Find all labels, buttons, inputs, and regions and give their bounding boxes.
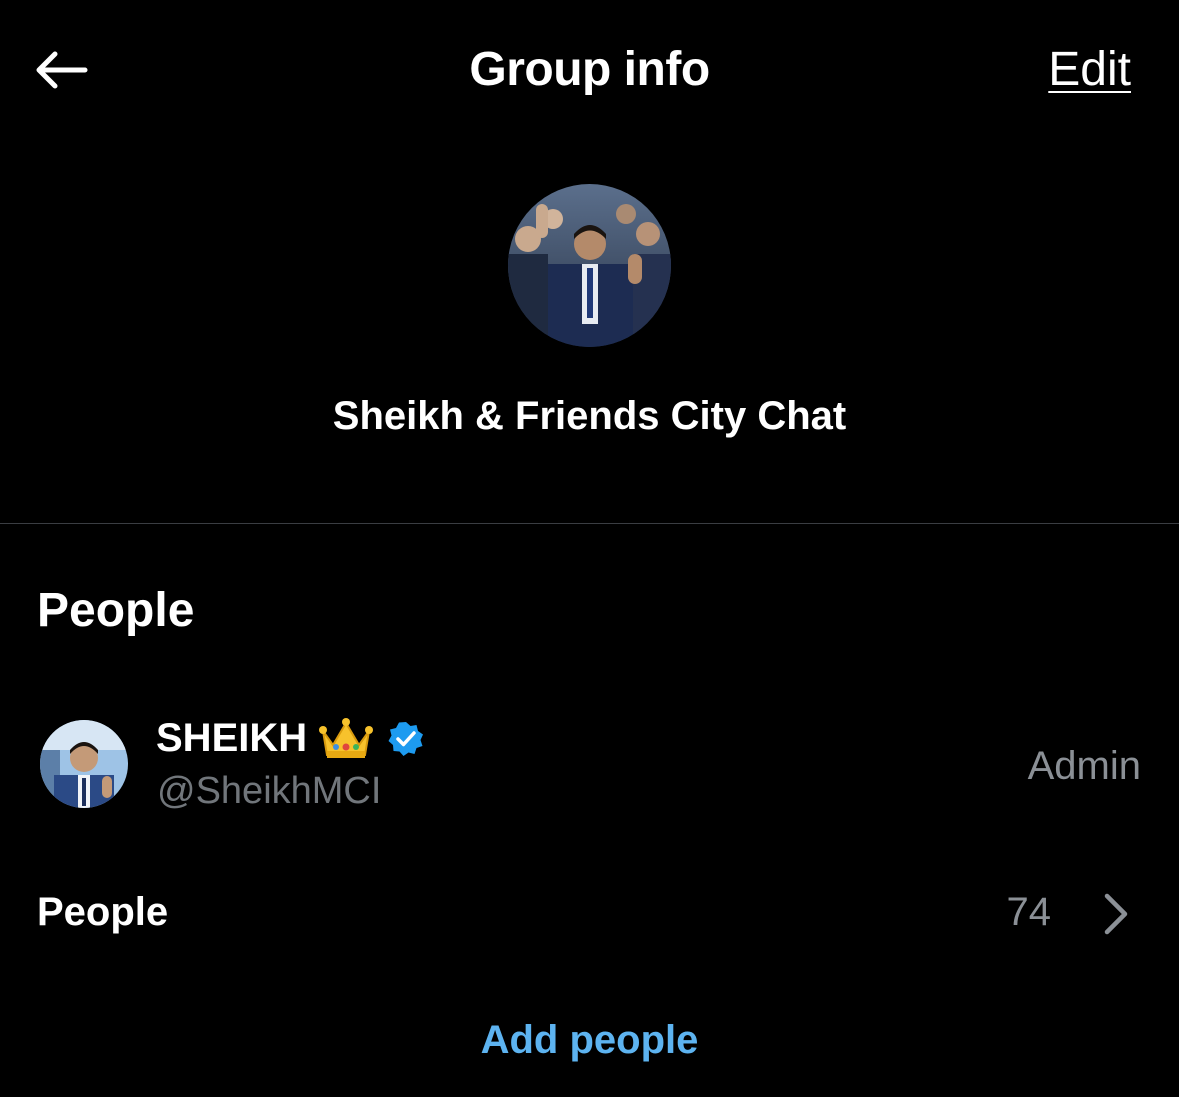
page-title: Group info [469, 43, 710, 96]
crown-icon [319, 717, 374, 758]
group-photo [508, 184, 671, 347]
divider [0, 523, 1179, 524]
member-row[interactable]: SHEIKH @SheikhMCI Admin [0, 700, 1179, 830]
member-name: SHEIKH [156, 716, 425, 761]
group-name: Sheikh & Friends City Chat [332, 394, 847, 438]
member-handle: @SheikhMCI [157, 770, 382, 812]
people-label: People [37, 890, 169, 934]
group-info-screen: Group info Edit Sheikh & Friends City Ch… [0, 0, 1179, 1097]
member-photo [40, 720, 128, 808]
people-count: 74 [1006, 890, 1052, 934]
chevron-right-icon [1104, 893, 1128, 935]
member-role-badge: Admin [1027, 744, 1141, 788]
header: Group info Edit [0, 0, 1179, 140]
avatar [40, 720, 128, 808]
add-people-button[interactable]: Add people [0, 1018, 1179, 1063]
group-avatar[interactable] [508, 184, 671, 347]
people-count-row[interactable]: People 74 [0, 870, 1179, 960]
edit-button[interactable]: Edit [1048, 42, 1131, 97]
member-name-text: SHEIKH [156, 716, 308, 760]
verified-badge-icon [388, 721, 424, 756]
section-title-people: People [37, 584, 195, 637]
